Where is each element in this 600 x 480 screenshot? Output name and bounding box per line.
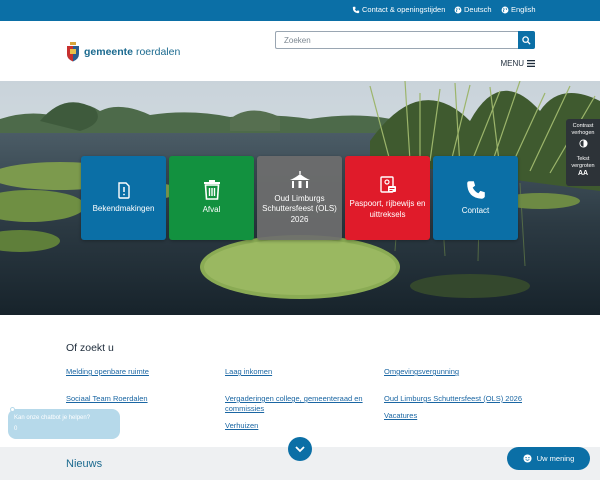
logo-word-roerdalen: roerdalen [135, 46, 181, 58]
globe-icon [454, 6, 462, 13]
link-ols-2026[interactable]: Oud Limburgs Schuttersfeest (OLS) 2026 [384, 394, 544, 404]
tile-ols[interactable]: Oud Limburgs Schuttersfeest (OLS) 2026 [257, 156, 342, 240]
feedback-label: Uw mening [536, 454, 575, 463]
tile-paspoort[interactable]: Paspoort, rijbewijs en uittreksels [345, 156, 430, 240]
smiley-icon [523, 454, 532, 463]
english-link[interactable]: English [501, 5, 536, 14]
site-logo[interactable]: gemeente roerdalen [66, 42, 180, 62]
tile-label: Afval [202, 205, 221, 215]
contact-label: Contact & openingstijden [362, 5, 446, 14]
document-alert-icon [117, 182, 130, 199]
deutsch-label: Deutsch [464, 5, 492, 14]
id-card-icon [379, 176, 396, 193]
section-title: Of zoekt u [66, 342, 114, 354]
top-bar: Contact & openingstijden Deutsch English [0, 0, 600, 21]
trash-icon [203, 180, 220, 201]
news-title: Nieuws [66, 458, 103, 470]
accessibility-widget: Contrast verhogen Tekst vergroten AA [566, 119, 600, 186]
quick-links: Bekendmakingen Afval Oud Limburgs Schutt… [81, 156, 518, 240]
search-icon [522, 35, 531, 45]
deutsch-link[interactable]: Deutsch [454, 5, 492, 14]
english-label: English [511, 5, 536, 14]
logo-word-gemeente: gemeente [84, 46, 134, 58]
link-sociaal-team[interactable]: Sociaal Team Roerdalen [66, 394, 226, 404]
chatbot-bubble[interactable]: Kan onze chatbot je helpen? 0 [8, 407, 120, 439]
hero-banner: Bekendmakingen Afval Oud Limburgs Schutt… [0, 81, 600, 315]
phone-icon [466, 181, 485, 200]
chatbot-text: Kan onze chatbot je helpen? [14, 415, 91, 421]
contrast-icon [578, 139, 588, 148]
contact-link[interactable]: Contact & openingstijden [352, 5, 445, 14]
link-verhuizen[interactable]: Verhuizen [225, 421, 385, 431]
globe-icon [501, 6, 509, 13]
search-form [275, 31, 535, 49]
coat-of-arms-icon [67, 42, 79, 62]
chatbot-indicator [10, 407, 15, 412]
hamburger-icon [527, 60, 535, 67]
site-header: gemeente roerdalen MENU [0, 21, 600, 81]
tile-label: Oud Limburgs Schuttersfeest (OLS) 2026 [262, 193, 337, 224]
link-melding-openbare-ruimte[interactable]: Melding openbare ruimte [66, 367, 226, 377]
link-vacatures[interactable]: Vacatures [384, 411, 544, 421]
tile-contact[interactable]: Contact [433, 156, 518, 240]
tent-icon [289, 170, 310, 188]
text-size-label: Tekst vergroten [571, 155, 595, 169]
contrast-button[interactable]: Contrast verhogen [566, 123, 600, 151]
menu-button[interactable]: MENU [500, 59, 535, 68]
link-vergaderingen[interactable]: Vergaderingen college, gemeenteraad en c… [225, 394, 385, 414]
tile-label: Bekendmakingen [92, 203, 155, 213]
menu-label: MENU [500, 59, 524, 68]
link-laag-inkomen[interactable]: Laag inkomen [225, 367, 385, 377]
tile-label: Paspoort, rijbewijs en uittreksels [349, 199, 426, 219]
contrast-label: Contrast verhogen [571, 123, 595, 136]
search-button[interactable] [518, 31, 535, 49]
chatbot-counter: 0 [14, 426, 18, 432]
feedback-button[interactable]: Uw mening [507, 447, 590, 470]
text-size-button[interactable]: Tekst vergroten AA [566, 156, 600, 180]
chevron-down-icon [295, 445, 305, 452]
tile-afval[interactable]: Afval [169, 156, 254, 240]
search-input[interactable] [275, 31, 518, 49]
links-column-3: Omgevingsvergunning Oud Limburgs Schutte… [384, 367, 544, 438]
scroll-down-button[interactable] [288, 437, 312, 461]
link-omgevingsvergunning[interactable]: Omgevingsvergunning [384, 367, 544, 377]
tile-bekendmakingen[interactable]: Bekendmakingen [81, 156, 166, 240]
phone-icon [352, 6, 360, 13]
tile-label: Contact [461, 206, 490, 216]
links-column-2: Laag inkomen Vergaderingen college, geme… [225, 367, 385, 448]
text-size-icon: AA [577, 170, 589, 178]
